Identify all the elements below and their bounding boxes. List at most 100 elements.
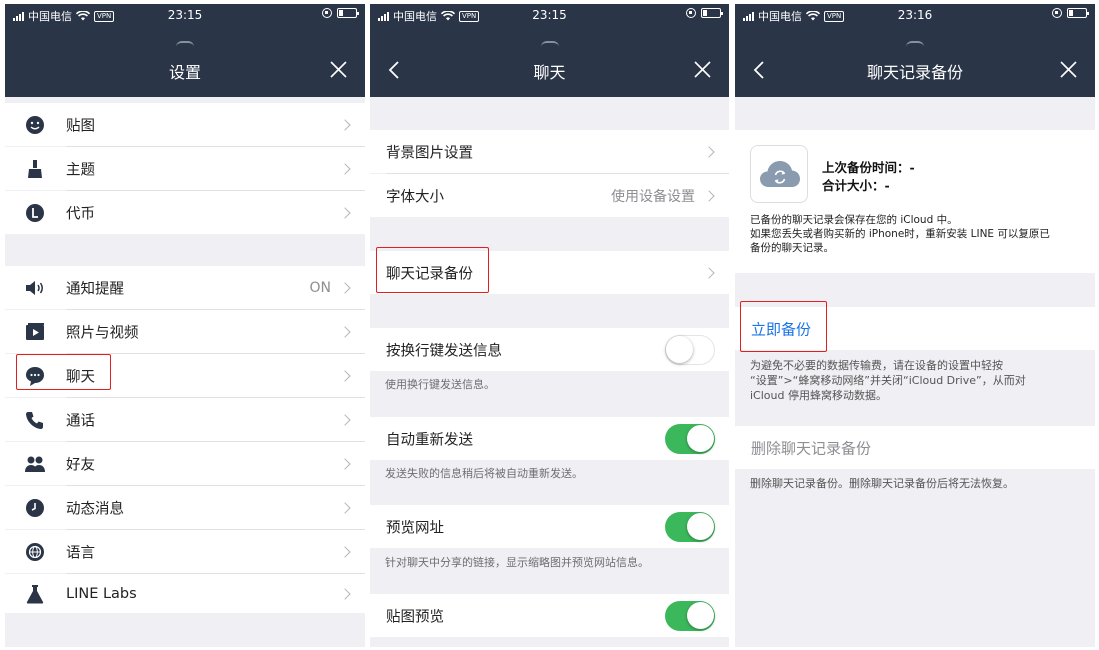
- settings-item-label: LINE Labs: [66, 585, 137, 602]
- chevron-right-icon: [339, 545, 351, 558]
- url-preview-note: 针对聊天中分享的链接，显示缩略图并预览网站信息。: [385, 556, 649, 569]
- settings-item-label: 通知提醒: [66, 281, 124, 297]
- chat-settings-screen: 中国电信 VPN 23:15 聊天 背景图片设置 字体大小 使用设备设置 聊天记…: [370, 4, 729, 647]
- backup-info-panel: 上次备份时间：- 合计大小：- 已备份的聊天记录会保存在您的 iCloud 中。…: [735, 130, 1095, 273]
- chevron-right-icon: [339, 162, 351, 175]
- close-icon[interactable]: [330, 61, 347, 78]
- chat-backup-screen: 中国电信 VPN 23:16 聊天记录备份 上次备份时间：- 合计大小：- 已备…: [735, 4, 1095, 647]
- delete-backup-button[interactable]: 删除聊天记录备份: [751, 437, 871, 458]
- chevron-right-icon: [339, 206, 351, 219]
- send-with-enter-note: 使用换行键发送信息。: [385, 378, 495, 391]
- delete-backup-note: 删除聊天记录备份。删除聊天记录备份后将无法恢复。: [750, 477, 1014, 490]
- icloud-tile: [750, 145, 808, 203]
- chevron-right-icon: [703, 266, 715, 279]
- highlight-box-backup-now: [740, 301, 827, 352]
- settings-item-calls[interactable]: 通话: [5, 398, 365, 441]
- settings-item-notifications[interactable]: 通知提醒 ON: [5, 266, 365, 309]
- coin-icon: [26, 203, 44, 222]
- auto-resend-toggle[interactable]: [665, 423, 715, 454]
- settings-item-label: 代币: [66, 206, 95, 222]
- last-backup-label: 上次备份时间：: [822, 160, 910, 175]
- settings-item-label: 通话: [66, 413, 95, 429]
- navigation-bar: 中国电信 VPN 23:15 聊天: [370, 4, 729, 97]
- pull-handle: [540, 41, 559, 47]
- status-bar: 中国电信 VPN 23:15: [370, 4, 729, 26]
- page-title: 设置: [168, 63, 201, 82]
- settings-item-friends[interactable]: 好友: [5, 442, 365, 485]
- sticker-preview-row: 贴图预览: [370, 594, 729, 637]
- phone-icon: [26, 411, 43, 429]
- status-time: 23:15: [167, 8, 203, 22]
- highlight-box-chats: [16, 354, 111, 390]
- settings-item-coins[interactable]: 代币: [5, 191, 365, 234]
- sticker-preview-toggle[interactable]: [665, 600, 715, 631]
- clock-icon: [26, 498, 44, 517]
- settings-item-timeline[interactable]: 动态消息: [5, 486, 365, 529]
- settings-item-language[interactable]: 语言: [5, 530, 365, 573]
- battery-icon: [701, 8, 723, 18]
- chevron-right-icon: [339, 457, 351, 470]
- navigation-bar: 中国电信 VPN 23:16 聊天记录备份: [735, 4, 1095, 97]
- chevron-right-icon: [339, 501, 351, 514]
- close-icon[interactable]: [1060, 61, 1077, 78]
- font-size-row[interactable]: 字体大小 使用设备设置: [370, 174, 729, 217]
- settings-item-line-labs[interactable]: LINE Labs: [5, 574, 365, 613]
- flask-icon: [26, 584, 44, 603]
- settings-item-photos-videos[interactable]: 照片与视频: [5, 310, 365, 353]
- chevron-right-icon: [339, 369, 351, 382]
- rotation-lock-icon: [686, 8, 696, 18]
- settings-item-stickers[interactable]: 贴图: [5, 103, 365, 146]
- globe-icon: [26, 542, 44, 561]
- highlight-box-backup: [376, 247, 489, 293]
- sticker-icon: [26, 115, 44, 134]
- page-title: 聊天: [533, 63, 566, 82]
- total-size-value: -: [884, 178, 890, 193]
- settings-item-themes[interactable]: 主题: [5, 147, 365, 190]
- row-label: 贴图预览: [386, 609, 444, 625]
- row-label: 自动重新发送: [386, 432, 473, 448]
- settings-item-label: 照片与视频: [66, 325, 139, 341]
- auto-resend-note: 发送失败的信息稍后将被自动重新发送。: [385, 467, 583, 480]
- pull-handle: [906, 41, 924, 47]
- send-with-enter-toggle[interactable]: [665, 334, 715, 365]
- battery-icon: [1067, 8, 1089, 18]
- last-backup-value: -: [909, 160, 915, 175]
- page-title: 聊天记录备份: [866, 63, 963, 82]
- status-time: 23:16: [897, 8, 933, 22]
- battery-icon: [337, 8, 359, 18]
- row-label: 字体大小: [386, 189, 444, 205]
- chevron-right-icon: [339, 587, 351, 600]
- url-preview-toggle[interactable]: [665, 511, 715, 542]
- cellular-warning-text: 为避免不必要的数据传输费，请在设备的设置中轻按 “设置”>“蜂窝移动网络”并关闭…: [750, 359, 1026, 402]
- chevron-right-icon: [339, 118, 351, 131]
- send-with-enter-row: 按换行键发送信息: [370, 328, 729, 371]
- chevron-right-icon: [339, 413, 351, 426]
- background-image-settings-row[interactable]: 背景图片设置: [370, 130, 729, 173]
- brush-icon: [28, 159, 42, 178]
- pull-handle: [176, 41, 194, 47]
- row-label: 背景图片设置: [386, 145, 473, 161]
- close-icon[interactable]: [694, 61, 711, 78]
- backup-info-text: 已备份的聊天记录会保存在您的 iCloud 中。 如果您丢失或者购买新的 iPh…: [750, 214, 1050, 254]
- delete-backup-row[interactable]: 删除聊天记录备份: [735, 426, 1095, 469]
- font-size-value: 使用设备设置: [611, 188, 695, 205]
- speaker-icon: [26, 280, 43, 295]
- auto-resend-row: 自动重新发送: [370, 417, 729, 460]
- rotation-lock-icon: [322, 8, 332, 18]
- notification-status-value: ON: [309, 279, 332, 296]
- chevron-right-icon: [339, 281, 351, 294]
- photo-video-icon: [26, 322, 44, 340]
- settings-item-label: 好友: [66, 457, 95, 473]
- status-time: 23:15: [532, 8, 567, 22]
- settings-item-label: 主题: [66, 162, 95, 178]
- chevron-right-icon: [339, 325, 351, 338]
- rotation-lock-icon: [1052, 8, 1062, 18]
- settings-item-label: 语言: [66, 545, 95, 561]
- friends-icon: [25, 456, 45, 472]
- settings-item-label: 动态消息: [66, 501, 124, 517]
- status-bar: 中国电信 VPN 23:15: [5, 4, 365, 26]
- settings-screen: 中国电信 VPN 23:15 设置 贴图 主题 代币 通知提醒 ON 照片与视频…: [5, 4, 365, 647]
- status-bar: 中国电信 VPN 23:16: [735, 4, 1095, 26]
- chevron-right-icon: [703, 189, 715, 202]
- icloud-sync-icon: [760, 161, 800, 187]
